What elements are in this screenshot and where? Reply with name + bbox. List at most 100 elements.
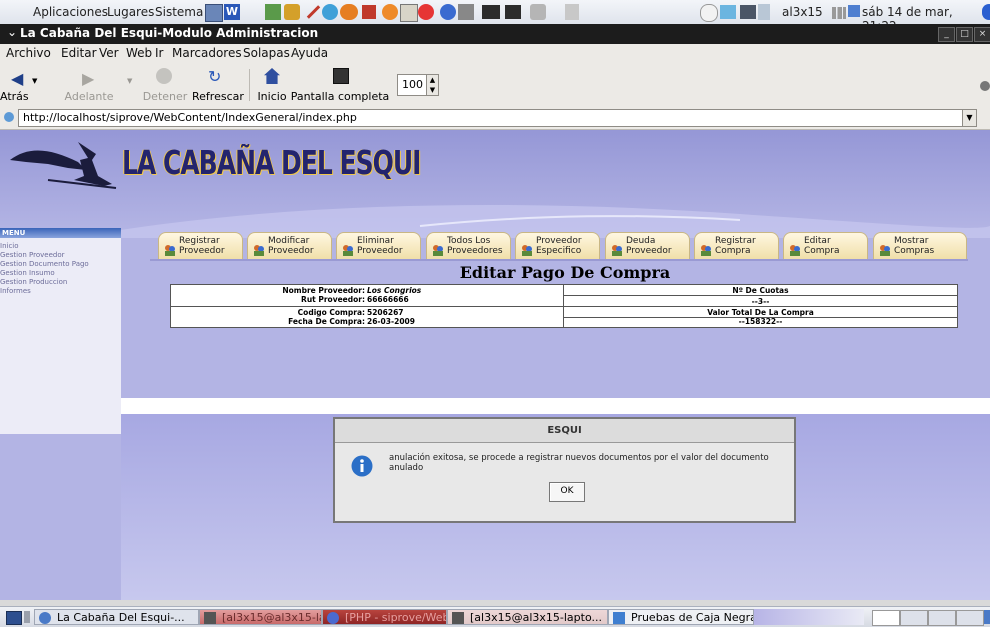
forward-dropdown-icon[interactable]: ▼ bbox=[127, 77, 132, 85]
launcher-icon[interactable] bbox=[720, 5, 736, 19]
sidebar-item-gestion-documento-pago[interactable]: Gestion Documento Pago bbox=[0, 260, 89, 268]
codigo-label: Codigo Compra: bbox=[297, 308, 365, 317]
top-panel: Aplicaciones Lugares Sistema W al3x15 sá… bbox=[0, 0, 990, 33]
menu-ver[interactable]: Ver bbox=[99, 46, 119, 60]
close-button[interactable]: × bbox=[974, 27, 990, 42]
task-terminal-1[interactable]: [al3x15@al3x15-lapto... bbox=[199, 609, 322, 625]
fullscreen-label: Pantalla completa bbox=[290, 90, 390, 103]
sidebar-item-informes[interactable]: Informes bbox=[0, 287, 31, 295]
panel-menu-sistema[interactable]: Sistema bbox=[155, 5, 203, 19]
launcher-icon[interactable] bbox=[440, 4, 456, 20]
task-caja-negra[interactable]: Pruebas de Caja Negra bbox=[608, 609, 754, 625]
launcher-icon[interactable] bbox=[565, 4, 579, 20]
launcher-icon[interactable] bbox=[458, 4, 474, 20]
home-button[interactable]: Inicio bbox=[255, 63, 289, 107]
launcher-icon[interactable] bbox=[265, 4, 281, 20]
nav-label-line2: Especifico bbox=[536, 246, 582, 256]
task-php-editor[interactable]: [PHP - siprove/WebCo... bbox=[322, 609, 447, 625]
workspace-switcher-2[interactable] bbox=[900, 610, 928, 626]
launcher-icon[interactable] bbox=[340, 4, 358, 20]
sidebar-item-gestion-insumo[interactable]: Gestion Insumo bbox=[0, 269, 55, 277]
trash-icon[interactable] bbox=[984, 610, 990, 624]
zoom-spinbox[interactable]: 100 ▲ ▼ bbox=[397, 74, 439, 96]
minimize-button[interactable]: _ bbox=[938, 27, 955, 42]
launcher-icon[interactable] bbox=[306, 5, 321, 19]
workspace-switcher-3[interactable] bbox=[928, 610, 956, 626]
nav-mostrar-compras[interactable]: Mostrar Compras bbox=[873, 232, 967, 260]
launcher-icon[interactable] bbox=[205, 4, 223, 22]
reload-button[interactable]: ↻ Refrescar bbox=[192, 63, 244, 107]
nav-registrar-compra[interactable]: Registrar Compra bbox=[694, 232, 779, 260]
nav-editar-compra[interactable]: Editar Compra bbox=[783, 232, 868, 260]
users-icon bbox=[342, 244, 354, 256]
launcher-icon[interactable] bbox=[482, 5, 500, 19]
launcher-icon[interactable] bbox=[400, 4, 418, 22]
task-terminal-2[interactable]: [al3x15@al3x15-lapto... bbox=[447, 609, 608, 625]
launcher-icon[interactable] bbox=[418, 4, 434, 20]
show-desktop-icon[interactable] bbox=[6, 611, 22, 625]
menu-ayuda[interactable]: Ayuda bbox=[291, 46, 328, 60]
menu-marcadores[interactable]: Marcadores bbox=[172, 46, 242, 60]
purchase-info-table: Nombre Proveedor: Los Congrios Rut Prove… bbox=[170, 284, 958, 328]
word-processor-icon[interactable]: W bbox=[224, 4, 240, 20]
site-favicon-icon bbox=[4, 112, 14, 122]
launcher-icon[interactable] bbox=[740, 5, 756, 19]
sidebar-item-gestion-proveedor[interactable]: Gestion Proveedor bbox=[0, 251, 64, 259]
maximize-button[interactable]: □ bbox=[956, 27, 973, 42]
nav-proveedor-especifico[interactable]: Proveedor Especifico bbox=[515, 232, 600, 260]
nav-label-line2: Proveedores bbox=[447, 246, 503, 256]
power-icon[interactable] bbox=[982, 4, 990, 20]
nav-todos-los-proveedores[interactable]: Todos Los Proveedores bbox=[426, 232, 511, 260]
editor-icon bbox=[327, 612, 339, 624]
launcher-icon[interactable] bbox=[505, 5, 521, 19]
nav-registrar-proveedor[interactable]: Registrar Proveedor bbox=[158, 232, 243, 260]
sidebar-item-inicio[interactable]: Inicio bbox=[0, 242, 19, 250]
info-icon bbox=[351, 455, 373, 477]
zoom-spin-arrows-icon[interactable]: ▲ ▼ bbox=[426, 75, 438, 95]
network-icon[interactable] bbox=[848, 5, 860, 17]
launcher-icon[interactable] bbox=[362, 5, 376, 19]
panel-menu-lugares[interactable]: Lugares bbox=[107, 5, 154, 19]
nav-eliminar-proveedor[interactable]: Eliminar Proveedor bbox=[336, 232, 421, 260]
back-button[interactable]: ◀ ▼ Atrás bbox=[0, 63, 38, 107]
location-dropdown-icon[interactable]: ▼ bbox=[962, 110, 976, 126]
nav-label-line2: Compras bbox=[894, 246, 935, 256]
users-icon bbox=[253, 244, 265, 256]
menu-archivo[interactable]: Archivo bbox=[6, 46, 51, 60]
launcher-icon[interactable] bbox=[530, 4, 546, 20]
back-dropdown-icon[interactable]: ▼ bbox=[32, 77, 37, 85]
workspace-switcher-4[interactable] bbox=[956, 610, 984, 626]
workspace-switcher-1[interactable] bbox=[872, 610, 900, 626]
launcher-icon[interactable] bbox=[700, 4, 718, 22]
menu-web[interactable]: Web bbox=[126, 46, 152, 60]
window-menu-chevron-icon[interactable]: ⌄ bbox=[7, 25, 17, 39]
sidebar-item-gestion-produccion[interactable]: Gestion Produccion bbox=[0, 278, 67, 286]
launcher-icon[interactable] bbox=[284, 4, 300, 20]
panel-menu-aplicaciones[interactable]: Aplicaciones bbox=[33, 5, 108, 19]
location-bar[interactable]: http://localhost/siprove/WebContent/Inde… bbox=[18, 109, 977, 127]
task-label: [al3x15@al3x15-lapto... bbox=[470, 611, 602, 624]
task-browser[interactable]: La Cabaña Del Esqui-... bbox=[34, 609, 199, 625]
menu-ir[interactable]: Ir bbox=[155, 46, 163, 60]
stop-button[interactable]: Detener bbox=[140, 63, 190, 107]
home-icon bbox=[264, 68, 280, 84]
menu-solapas[interactable]: Solapas bbox=[243, 46, 290, 60]
menu-editar[interactable]: Editar bbox=[61, 46, 97, 60]
zoom-value: 100 bbox=[402, 78, 423, 91]
nav-deuda-proveedor[interactable]: Deuda Proveedor bbox=[605, 232, 690, 260]
launcher-icon[interactable] bbox=[322, 4, 338, 20]
launcher-icon[interactable] bbox=[758, 4, 770, 20]
launcher-icon[interactable] bbox=[382, 4, 398, 20]
total-label: Valor Total De La Compra bbox=[707, 308, 814, 317]
forward-button[interactable]: ▶ Adelante bbox=[60, 63, 118, 107]
cuotas-label: Nº De Cuotas bbox=[732, 286, 789, 295]
nav-modificar-proveedor[interactable]: Modificar Proveedor bbox=[247, 232, 332, 260]
fecha-value: 26-03-2009 bbox=[367, 317, 415, 326]
dialog-title: ESQUI bbox=[335, 419, 794, 443]
sidebar-menu-title: MENU bbox=[0, 228, 121, 238]
reload-icon: ↻ bbox=[208, 67, 222, 86]
ok-button[interactable]: OK bbox=[549, 482, 585, 502]
network-signal-icon[interactable] bbox=[832, 7, 846, 19]
fullscreen-button[interactable]: Pantalla completa bbox=[290, 63, 390, 107]
web-page: LA CABAÑA DEL ESQUI MENU Inicio Gestion … bbox=[0, 130, 990, 600]
